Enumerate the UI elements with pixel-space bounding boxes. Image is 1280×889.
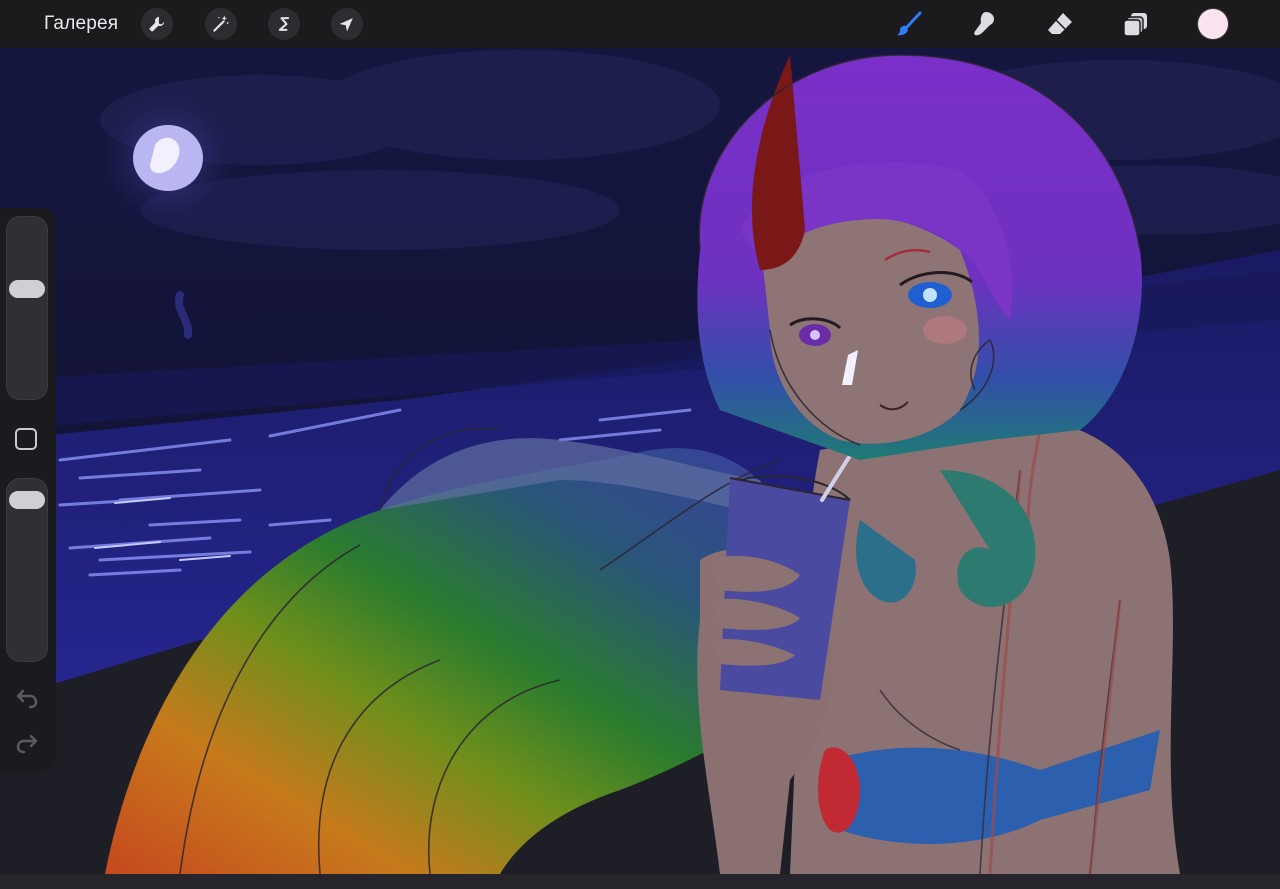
brush-icon (897, 11, 922, 36)
side-toolbar (0, 208, 56, 772)
selection-s-icon (278, 17, 290, 31)
paint-tool-button[interactable] (892, 8, 926, 40)
erase-tool-button[interactable] (1043, 8, 1077, 40)
brush-size-thumb[interactable] (9, 280, 45, 299)
modify-button[interactable] (15, 428, 37, 450)
bottom-strip (0, 874, 1280, 889)
smudge-finger-icon (974, 12, 994, 36)
undo-arrow-icon (16, 689, 38, 709)
eraser-icon (1048, 13, 1072, 34)
undo-button[interactable] (14, 687, 40, 709)
actions-button[interactable] (141, 8, 173, 40)
layers-button[interactable] (1119, 8, 1153, 40)
brush-size-slider[interactable] (6, 216, 48, 400)
layers-icon (1123, 13, 1147, 37)
gallery-button[interactable]: Галерея (44, 13, 118, 35)
adjustments-button[interactable] (205, 8, 237, 40)
transform-button[interactable] (331, 8, 363, 40)
selection-button[interactable] (268, 8, 300, 40)
artwork (0, 48, 1280, 874)
drawing-canvas[interactable] (0, 48, 1280, 874)
opacity-slider[interactable] (6, 478, 48, 662)
redo-arrow-icon (16, 734, 38, 754)
wrench-icon (149, 16, 165, 32)
arrow-cursor-icon (339, 18, 353, 32)
redo-button[interactable] (14, 732, 40, 754)
magic-wand-icon (213, 15, 230, 32)
top-toolbar: Галерея (0, 0, 1280, 48)
opacity-thumb[interactable] (9, 491, 45, 510)
smudge-tool-button[interactable] (968, 8, 1002, 40)
color-picker-button[interactable] (1198, 9, 1228, 39)
